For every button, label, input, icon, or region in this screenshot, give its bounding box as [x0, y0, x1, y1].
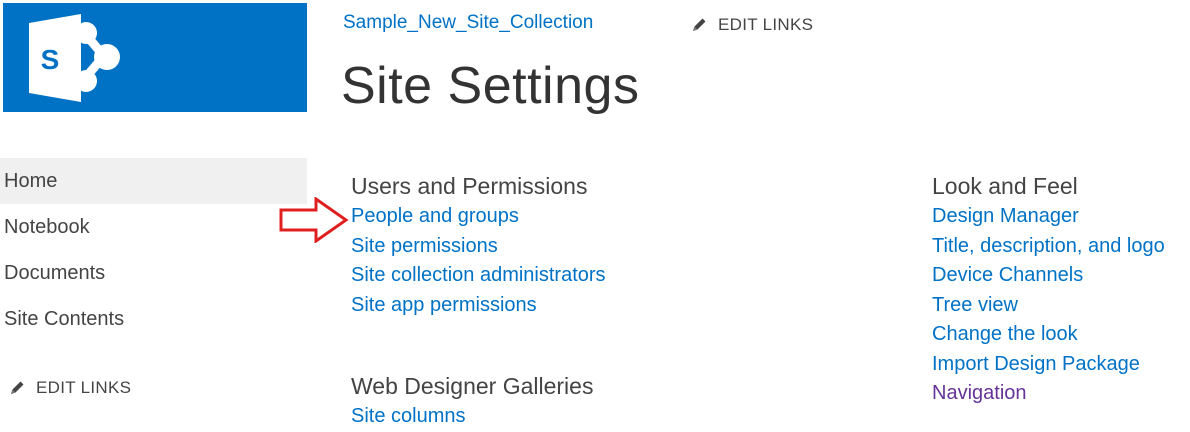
group-title: Look and Feel	[932, 173, 1078, 199]
site-collection-link[interactable]: Sample_New_Site_Collection	[343, 12, 593, 34]
edit-links-label: EDIT LINKS	[718, 15, 814, 34]
link-title-description-logo[interactable]: Title, description, and logo	[932, 232, 1190, 262]
link-people-and-groups[interactable]: People and groups	[351, 202, 606, 232]
group-title: Web Designer Galleries	[351, 373, 594, 399]
link-tree-view[interactable]: Tree view	[932, 291, 1190, 321]
page-title: Site Settings	[341, 57, 640, 115]
pencil-icon	[11, 381, 24, 394]
quicklaunch-item-documents[interactable]: Documents	[0, 250, 307, 296]
logo-letter: S	[41, 44, 60, 75]
pencil-icon	[693, 18, 706, 31]
edit-links-side-button[interactable]: EDIT LINKS	[8, 378, 131, 398]
link-import-design-package[interactable]: Import Design Package	[932, 350, 1190, 380]
link-site-permissions[interactable]: Site permissions	[351, 232, 606, 262]
link-site-app-permissions[interactable]: Site app permissions	[351, 291, 606, 321]
sharepoint-logo-icon: S	[29, 14, 120, 102]
group-web-designer-galleries: Web Designer Galleries Site columns	[351, 371, 593, 432]
quicklaunch-item-site-contents[interactable]: Site Contents	[0, 296, 307, 342]
quicklaunch-item-home[interactable]: Home	[0, 158, 307, 204]
link-site-collection-administrators[interactable]: Site collection administrators	[351, 261, 606, 291]
group-look-and-feel: Look and Feel Design Manager Title, desc…	[932, 171, 1190, 409]
edit-links-top-button[interactable]: EDIT LINKS	[690, 15, 813, 35]
red-arrow-icon	[279, 197, 349, 243]
quick-launch: Home Notebook Documents Site Contents	[0, 158, 307, 342]
group-title: Users and Permissions	[351, 173, 588, 199]
edit-links-label: EDIT LINKS	[36, 378, 132, 397]
quicklaunch-item-notebook[interactable]: Notebook	[0, 204, 307, 250]
link-site-columns[interactable]: Site columns	[351, 402, 593, 432]
link-change-the-look[interactable]: Change the look	[932, 320, 1190, 350]
link-design-manager[interactable]: Design Manager	[932, 202, 1190, 232]
group-users-and-permissions: Users and Permissions People and groups …	[351, 171, 606, 320]
link-navigation[interactable]: Navigation	[932, 379, 1190, 409]
sharepoint-logo[interactable]: S	[3, 3, 307, 112]
link-device-channels[interactable]: Device Channels	[932, 261, 1190, 291]
